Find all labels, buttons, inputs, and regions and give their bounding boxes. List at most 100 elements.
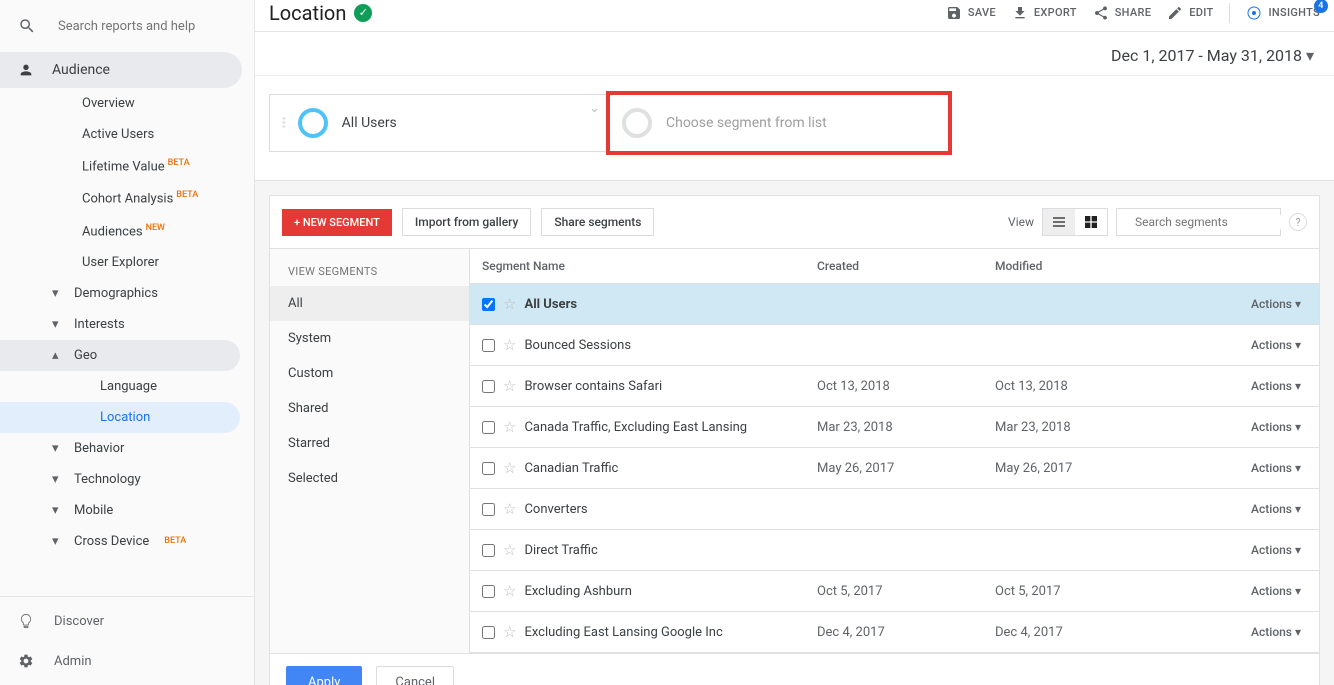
main: Location ✓ SAVE EXPORT SHARE EDIT INSIGH… [255,0,1334,685]
row-checkbox[interactable] [482,380,495,393]
segment-chip-all-users[interactable]: ▪▪▪▪▪▪ All Users ⌄ [269,94,609,152]
row-checkbox[interactable] [482,544,495,557]
segment-chip-choose[interactable]: Choose segment from list [609,94,949,152]
segments-search[interactable] [1116,208,1281,236]
nav-admin[interactable]: Admin [0,641,242,681]
category-item[interactable]: System [270,321,469,356]
star-icon[interactable]: ☆ [503,623,516,641]
category-item[interactable]: All [270,286,469,321]
segments-search-input[interactable] [1135,215,1291,229]
sidebar-group[interactable]: ▾Cross DeviceBETA [0,526,254,557]
cancel-button[interactable]: Cancel [376,666,454,685]
page-title: Location ✓ [269,1,372,25]
star-icon[interactable]: ☆ [503,418,516,436]
row-checkbox[interactable] [482,339,495,352]
th-modified[interactable]: Modified [983,249,1151,283]
actions-menu[interactable]: Actions ▾ [1251,543,1301,557]
row-checkbox[interactable] [482,626,495,639]
insights-icon [1246,5,1262,21]
star-icon[interactable]: ☆ [503,500,516,518]
star-icon[interactable]: ☆ [503,459,516,477]
actions-menu[interactable]: Actions ▾ [1251,502,1301,516]
sidebar-group[interactable]: ▾Behavior [0,433,254,464]
sidebar-search-input[interactable] [58,19,236,34]
share-button[interactable]: SHARE [1093,5,1152,21]
sidebar-item[interactable]: Cohort AnalysisBETA [0,182,254,214]
sidebar-group[interactable]: ▾Demographics [0,278,254,309]
actions-menu[interactable]: Actions ▾ [1251,338,1301,352]
star-icon[interactable]: ☆ [503,541,516,559]
table-row[interactable]: ☆All UsersActions ▾ [470,284,1319,325]
star-icon[interactable]: ☆ [503,582,516,600]
sidebar-item[interactable]: Overview [0,88,254,119]
row-checkbox[interactable] [482,585,495,598]
actions-menu[interactable]: Actions ▾ [1251,461,1301,475]
sidebar-leaf[interactable]: Location [0,402,240,433]
actions-menu[interactable]: Actions ▾ [1251,584,1301,598]
star-icon[interactable]: ☆ [503,295,516,313]
category-item[interactable]: Shared [270,391,469,426]
chevron-icon: ▾ [52,534,62,549]
table-row[interactable]: ☆Canadian TrafficMay 26, 2017May 26, 201… [470,448,1319,489]
th-name[interactable]: Segment Name [470,249,805,283]
sidebar-group[interactable]: ▾Interests [0,309,254,340]
search-icon [18,17,36,35]
date-range-picker[interactable]: Dec 1, 2017 - May 31, 2018▾ [255,32,1334,76]
table-row[interactable]: ☆Browser contains SafariOct 13, 2018Oct … [470,366,1319,407]
category-item[interactable]: Selected [270,461,469,496]
nav-audience[interactable]: Audience [0,52,242,88]
help-icon[interactable]: ? [1289,213,1307,231]
category-item[interactable]: Custom [270,356,469,391]
sidebar-group[interactable]: ▾Mobile [0,495,254,526]
sidebar-group[interactable]: ▴Geo [0,340,240,371]
sidebar-item[interactable]: Active Users [0,119,254,150]
share-segments-button[interactable]: Share segments [541,208,654,236]
table-row[interactable]: ☆ConvertersActions ▾ [470,489,1319,530]
chevron-icon: ▾ [52,286,62,301]
save-button[interactable]: SAVE [946,5,996,21]
actions-menu[interactable]: Actions ▾ [1251,297,1301,311]
table-row[interactable]: ☆ Bounced Sessions Actions ▾ [470,325,1319,366]
star-icon[interactable]: ☆ [503,377,516,395]
star-icon[interactable]: ☆ [503,336,516,354]
sidebar: Audience OverviewActive UsersLifetime Va… [0,0,255,685]
segment-name: Bounced Sessions [524,338,631,353]
row-checkbox[interactable] [482,298,495,311]
export-button[interactable]: EXPORT [1012,5,1077,21]
import-gallery-button[interactable]: Import from gallery [402,208,532,236]
sidebar-item[interactable]: AudiencesNEW [0,215,254,247]
insights-button[interactable]: INSIGHTS [1246,5,1320,21]
edit-button[interactable]: EDIT [1167,5,1213,21]
sidebar-search[interactable] [0,0,254,52]
actions-menu[interactable]: Actions ▾ [1251,379,1301,393]
table-row[interactable]: ☆Direct TrafficActions ▾ [470,530,1319,571]
view-label: View [1008,215,1034,229]
actions-menu[interactable]: Actions ▾ [1251,625,1301,639]
verified-icon: ✓ [354,4,372,22]
share-icon [1093,5,1109,21]
table-row[interactable]: ☆Excluding AshburnOct 5, 2017Oct 5, 2017… [470,571,1319,612]
view-grid-icon[interactable] [1075,209,1107,235]
sidebar-group[interactable]: ▾Technology [0,464,254,495]
nav-discover[interactable]: Discover [0,601,242,641]
view-toggle[interactable] [1042,208,1108,236]
sidebar-item[interactable]: Lifetime ValueBETA [0,150,254,182]
category-column: VIEW SEGMENTS AllSystemCustomSharedStarr… [270,249,470,653]
sidebar-leaf[interactable]: Language [0,371,254,402]
new-segment-button[interactable]: + NEW SEGMENT [282,209,392,236]
row-checkbox[interactable] [482,503,495,516]
view-list-icon[interactable] [1043,209,1075,235]
table-row[interactable]: ☆Canada Traffic, Excluding East LansingM… [470,407,1319,448]
table-row[interactable]: ☆Excluding East Lansing Google IncDec 4,… [470,612,1319,653]
category-item[interactable]: Starred [270,426,469,461]
row-checkbox[interactable] [482,421,495,434]
grip-icon: ▪▪▪▪▪▪ [282,117,284,129]
row-checkbox[interactable] [482,462,495,475]
edit-icon [1167,5,1183,21]
apply-button[interactable]: Apply [286,666,362,685]
th-created[interactable]: Created [805,249,983,283]
actions-menu[interactable]: Actions ▾ [1251,420,1301,434]
chevron-down-icon: ⌄ [589,101,600,116]
chevron-icon: ▾ [52,317,62,332]
sidebar-item[interactable]: User Explorer [0,247,254,278]
